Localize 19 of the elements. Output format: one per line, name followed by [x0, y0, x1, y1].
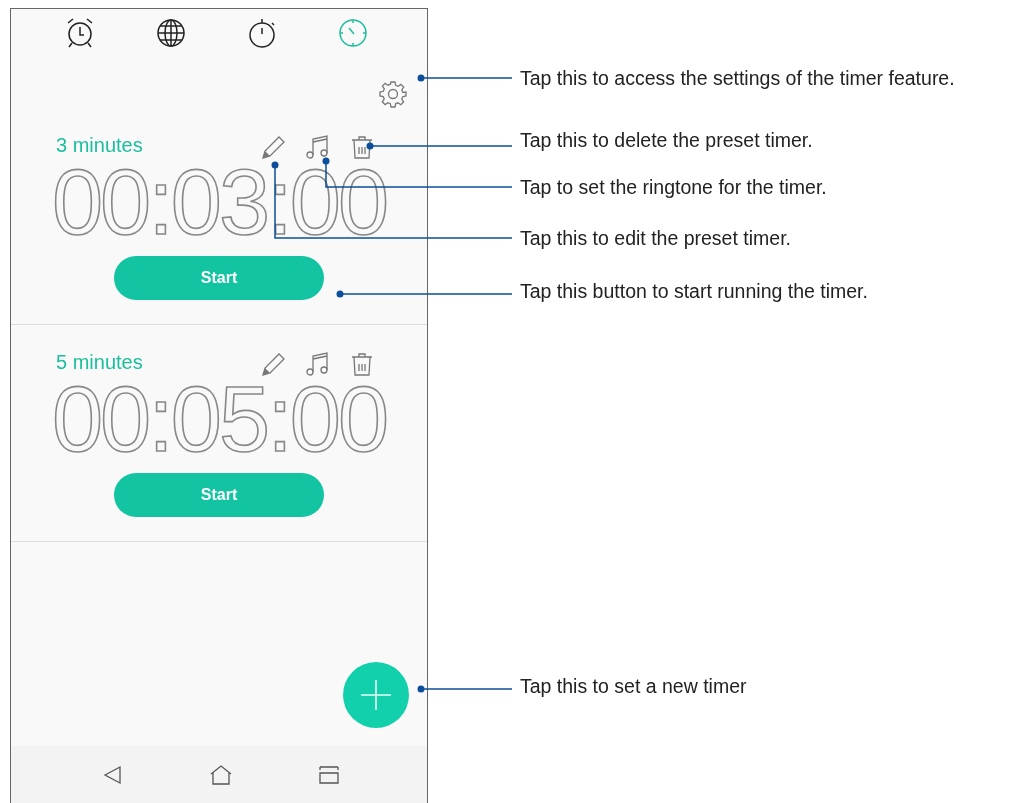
plus-icon — [359, 678, 393, 712]
start-button[interactable]: Start — [114, 473, 324, 517]
back-icon[interactable] — [103, 764, 123, 785]
home-icon[interactable] — [209, 764, 233, 785]
callout-text: Tap this to access the settings of the timer feature. — [520, 66, 955, 90]
start-button[interactable]: Start — [114, 256, 324, 300]
music-note-icon[interactable] — [305, 351, 331, 377]
callout-text: Tap this to set a new timer — [520, 674, 747, 698]
recent-apps-icon[interactable] — [319, 765, 339, 784]
timer-digits: 00:05:00 — [51, 373, 387, 465]
callout-text: Tap this to delete the preset timer. — [520, 128, 813, 152]
settings-icon[interactable] — [379, 80, 407, 108]
trash-icon[interactable] — [349, 351, 375, 377]
callout-text: Tap to set the ringtone for the timer. — [520, 175, 827, 199]
timer-label: 3 minutes — [56, 133, 143, 158]
pencil-icon[interactable] — [261, 351, 287, 377]
callout-text: Tap this button to start running the timer. — [520, 279, 868, 303]
callout-text: Tap this to edit the preset timer. — [520, 226, 791, 250]
timer-label: 5 minutes — [56, 350, 143, 375]
